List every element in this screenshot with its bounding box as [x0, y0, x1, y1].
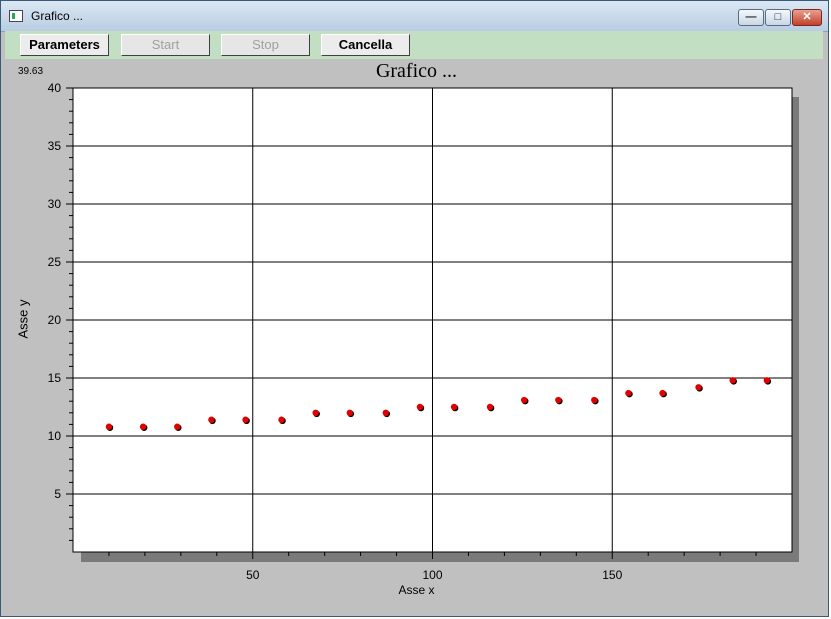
y-tick-label: 5: [54, 487, 61, 501]
y-axis-label: Asse y: [15, 299, 31, 339]
data-point: [382, 409, 389, 416]
data-point: [729, 377, 736, 384]
data-point: [695, 384, 702, 391]
data-point: [278, 416, 285, 423]
x-tick-label: 100: [422, 568, 442, 582]
data-point: [520, 396, 528, 404]
data-point: [312, 409, 319, 416]
app-window: Grafico ... — □ ✕ Parameters Start Stop …: [0, 0, 829, 617]
data-point: [486, 403, 494, 411]
data-point: [591, 396, 598, 404]
x-tick-label: 150: [602, 568, 622, 582]
data-point: [659, 389, 666, 397]
data-point: [208, 416, 215, 423]
data-point: [625, 389, 632, 397]
data-point: [763, 377, 771, 384]
y-tick-label: 30: [48, 197, 62, 211]
y-tick-label: 20: [48, 313, 62, 327]
x-tick-label: 50: [246, 568, 260, 582]
y-tick-label: 35: [48, 139, 62, 153]
data-point: [346, 409, 354, 416]
y-tick-label: 15: [48, 371, 62, 385]
data-point: [105, 423, 113, 430]
y-tick-label: 10: [48, 429, 62, 443]
x-axis-label: Asse x: [398, 583, 435, 597]
data-point: [450, 403, 458, 411]
data-point: [174, 423, 181, 430]
data-point: [416, 403, 424, 411]
data-point: [139, 423, 147, 430]
y-tick-label: 25: [48, 255, 62, 269]
scatter-chart: 5 10 15 20 25 30 35 40 50 100 150: [48, 81, 793, 582]
data-point: [242, 416, 249, 423]
y-tick-label: 40: [48, 81, 62, 95]
data-point: [555, 396, 562, 404]
